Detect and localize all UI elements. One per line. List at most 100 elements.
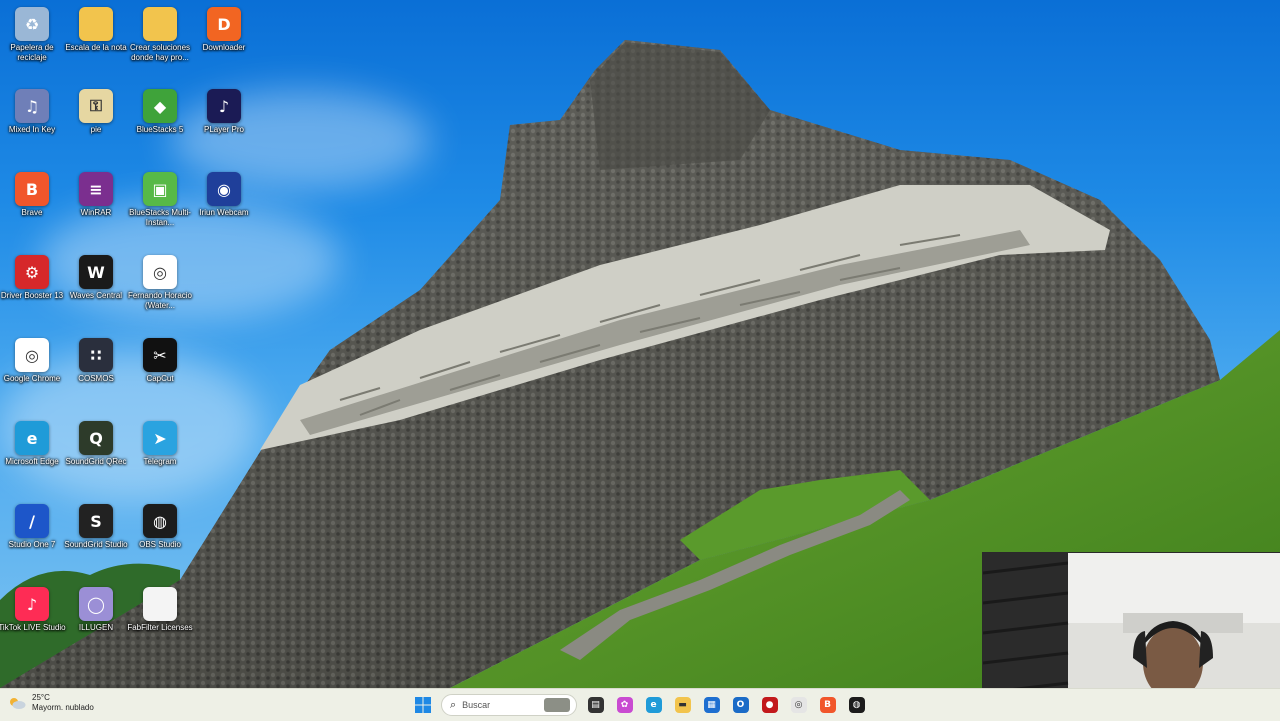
copilot-icon: ✿ <box>616 697 633 713</box>
desktop-icon[interactable]: ◎ Google Chrome <box>0 335 64 415</box>
desktop-icon[interactable]: Escala de la nota <box>64 4 128 84</box>
desktop-icon-label: Fernando Horacio (Water... <box>127 291 193 310</box>
start-button[interactable] <box>410 692 436 718</box>
desktop-icon-label: Studio One 7 <box>8 540 56 549</box>
taskbar-apps: ▤ ✿ e ▬ ▦ O ● ◎ B ◍ <box>581 692 871 718</box>
desktop-icon[interactable]: ⚿ pie <box>64 86 128 166</box>
desktop-icon[interactable]: FabFilter Licenses <box>127 584 193 664</box>
desktop-icon[interactable]: e Microsoft Edge <box>0 418 64 498</box>
obs-icon: ◍ <box>143 504 177 538</box>
soundgrid-studio-icon: S <box>79 504 113 538</box>
desktop-icon[interactable]: ✂ CapCut <box>128 335 192 415</box>
illugen-icon: ◯ <box>79 587 113 621</box>
tiktok-live-icon: ♪ <box>15 587 49 621</box>
chrome-profile-icon: ◎ <box>143 255 177 289</box>
chrome-icon: ◎ <box>15 338 49 372</box>
taskbar-app-button[interactable]: ◎ <box>786 692 812 718</box>
desktop-icon-label: OBS Studio <box>139 540 181 549</box>
player-pro-icon: ♪ <box>207 89 241 123</box>
bluestacks-icon: ◆ <box>143 89 177 123</box>
taskbar-app-button[interactable]: ◍ <box>844 692 870 718</box>
desktop-icon[interactable]: ◉ Iriun Webcam <box>192 169 256 249</box>
taskbar-app-button[interactable]: B <box>815 692 841 718</box>
taskbar-app-button[interactable]: ▤ <box>583 692 609 718</box>
desktop-icon-label: SoundGrid QRec <box>65 457 127 466</box>
desktop-icon-label: Downloader <box>202 43 246 52</box>
iriun-webcam-icon: ◉ <box>207 172 241 206</box>
winrar-icon: ≡ <box>79 172 113 206</box>
bluestacks-multi-icon: ▣ <box>143 172 177 206</box>
desktop-icon-label: BlueStacks Multi-Instan... <box>129 208 191 227</box>
desktop-icon[interactable]: B Brave <box>0 169 64 249</box>
capcut-icon: ✂ <box>143 338 177 372</box>
desktop-icon-label: FabFilter Licenses <box>127 623 193 632</box>
search-placeholder: Buscar <box>462 700 491 710</box>
downloader-icon: D <box>207 7 241 41</box>
brave-taskbar-icon: B <box>819 697 836 713</box>
desktop-icon[interactable]: Q SoundGrid QRec <box>64 418 128 498</box>
desktop-icon[interactable]: ♻ Papelera de reciclaje <box>0 4 64 84</box>
desktop-icon[interactable]: W Waves Central <box>64 252 128 332</box>
desktop-icon[interactable]: ◆ BlueStacks 5 <box>128 86 192 166</box>
desktop-icon-label: PLayer Pro <box>203 125 245 134</box>
weather-widget[interactable]: 25°C Mayorm. nublado <box>8 693 94 713</box>
desktop-icon[interactable]: ◍ OBS Studio <box>128 501 192 581</box>
taskbar-app-button[interactable]: ▦ <box>699 692 725 718</box>
file-explorer-icon: ▬ <box>674 697 691 713</box>
studio-one-icon: / <box>15 504 49 538</box>
driver-booster-taskbar-icon: ● <box>761 697 778 713</box>
desktop-icon-label: Crear soluciones donde hay pro... <box>129 43 191 62</box>
desktop-icon[interactable]: ➤ Telegram <box>128 418 192 498</box>
desktop-icon[interactable]: ♪ TikTok LIVE Studio <box>0 584 66 664</box>
desktop-icon-label: Driver Booster 13 <box>0 291 64 300</box>
desktop-icon-label: TikTok LIVE Studio <box>0 623 66 632</box>
brave-icon: B <box>15 172 49 206</box>
desktop-icon-label: Microsoft Edge <box>5 457 59 466</box>
desktop-icon[interactable]: D Downloader <box>192 4 256 84</box>
folder-icon <box>143 7 177 41</box>
desktop-icon[interactable]: ▣ BlueStacks Multi-Instan... <box>128 169 192 249</box>
desktop-icon[interactable]: ⚙ Driver Booster 13 <box>0 252 64 332</box>
edge-taskbar-icon: e <box>645 697 662 713</box>
desktop-icon-label: Telegram <box>143 457 177 466</box>
windows-logo-icon <box>414 697 431 713</box>
chrome-taskbar-icon: ◎ <box>790 697 807 713</box>
store-icon: ▦ <box>703 697 720 713</box>
desktop-icon-label: Mixed In Key <box>8 125 56 134</box>
desktop-icon-label: Papelera de reciclaje <box>10 43 54 62</box>
desktop-icon[interactable]: S SoundGrid Studio <box>64 501 128 581</box>
desktop-icon-label: Escala de la nota <box>65 43 127 52</box>
desktop-icon-label: pie <box>90 125 102 134</box>
weather-temperature: 25°C <box>32 693 50 702</box>
text-file-icon <box>143 587 177 621</box>
desktop-icon[interactable]: / Studio One 7 <box>0 501 64 581</box>
recycle-bin-icon: ♻ <box>15 7 49 41</box>
key-file-icon: ⚿ <box>79 89 113 123</box>
taskbar-app-button[interactable]: ✿ <box>612 692 638 718</box>
desktop-icon-label: COSMOS <box>78 374 114 383</box>
taskbar-app-button[interactable]: ● <box>757 692 783 718</box>
edge-icon: e <box>15 421 49 455</box>
desktop-icon[interactable]: ◯ ILLUGEN <box>64 584 128 664</box>
weather-description: Mayorm. nublado <box>32 703 94 712</box>
desktop-icon[interactable]: ♫ Mixed In Key <box>0 86 64 166</box>
desktop-icon-label: CapCut <box>146 374 174 383</box>
folder-icon <box>79 7 113 41</box>
cosmos-icon: ∷ <box>79 338 113 372</box>
taskbar-app-button[interactable]: ▬ <box>670 692 696 718</box>
desktop-icon[interactable]: Crear soluciones donde hay pro... <box>128 4 192 84</box>
taskbar-search-box[interactable]: ⌕ Buscar <box>441 694 577 716</box>
desktop-icon[interactable]: ≡ WinRAR <box>64 169 128 249</box>
desktop-icon-label: Waves Central <box>69 291 123 300</box>
desktop-icon[interactable]: ♪ PLayer Pro <box>192 86 256 166</box>
desktop-icon[interactable]: ◎ Fernando Horacio (Water... <box>128 252 192 332</box>
taskbar-app-button[interactable]: O <box>728 692 754 718</box>
desktop-icon-label: WinRAR <box>80 208 112 217</box>
desktop-icon-label: ILLUGEN <box>78 623 114 632</box>
desktop-icon[interactable]: ∷ COSMOS <box>64 335 128 415</box>
desktop-icon-label: BlueStacks 5 <box>136 125 184 134</box>
task-view-icon: ▤ <box>587 697 604 713</box>
taskbar-app-button[interactable]: e <box>641 692 667 718</box>
obs-taskbar-icon: ◍ <box>848 697 865 713</box>
soundgrid-qrec-icon: Q <box>79 421 113 455</box>
